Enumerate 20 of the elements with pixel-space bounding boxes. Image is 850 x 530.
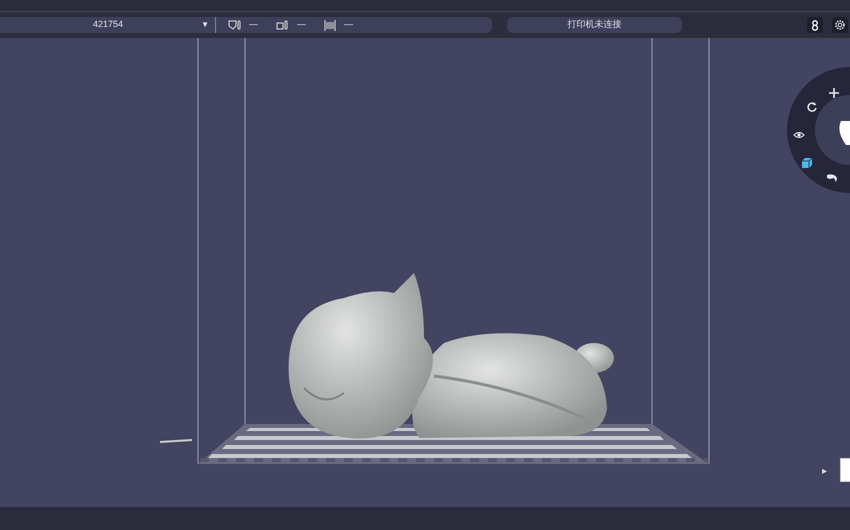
- eye-icon[interactable]: [793, 129, 805, 141]
- nozzle-temperature-icon: [228, 20, 241, 30]
- dropdown-caret: ▼: [201, 19, 209, 31]
- bed-temperature-icon: [276, 20, 289, 30]
- rotate-icon[interactable]: [806, 101, 818, 113]
- panel-expand-arrow[interactable]: ▸: [822, 464, 827, 479]
- settings-button[interactable]: [832, 17, 848, 33]
- filament-icon: [324, 20, 336, 30]
- account-button[interactable]: [807, 17, 823, 33]
- reading-value: —: [297, 18, 306, 32]
- scale-icon[interactable]: [826, 172, 838, 184]
- reading-value: —: [344, 18, 353, 32]
- user-icon: [811, 20, 819, 30]
- move-icon[interactable]: [828, 87, 840, 99]
- printer-select[interactable]: 421754 ▼: [0, 17, 216, 33]
- cube-icon[interactable]: [801, 157, 813, 169]
- reading-value: —: [249, 18, 258, 32]
- connection-status[interactable]: 打印机未连接: [507, 17, 682, 33]
- printer-name: 421754: [93, 18, 124, 32]
- settings-icon: [834, 19, 846, 31]
